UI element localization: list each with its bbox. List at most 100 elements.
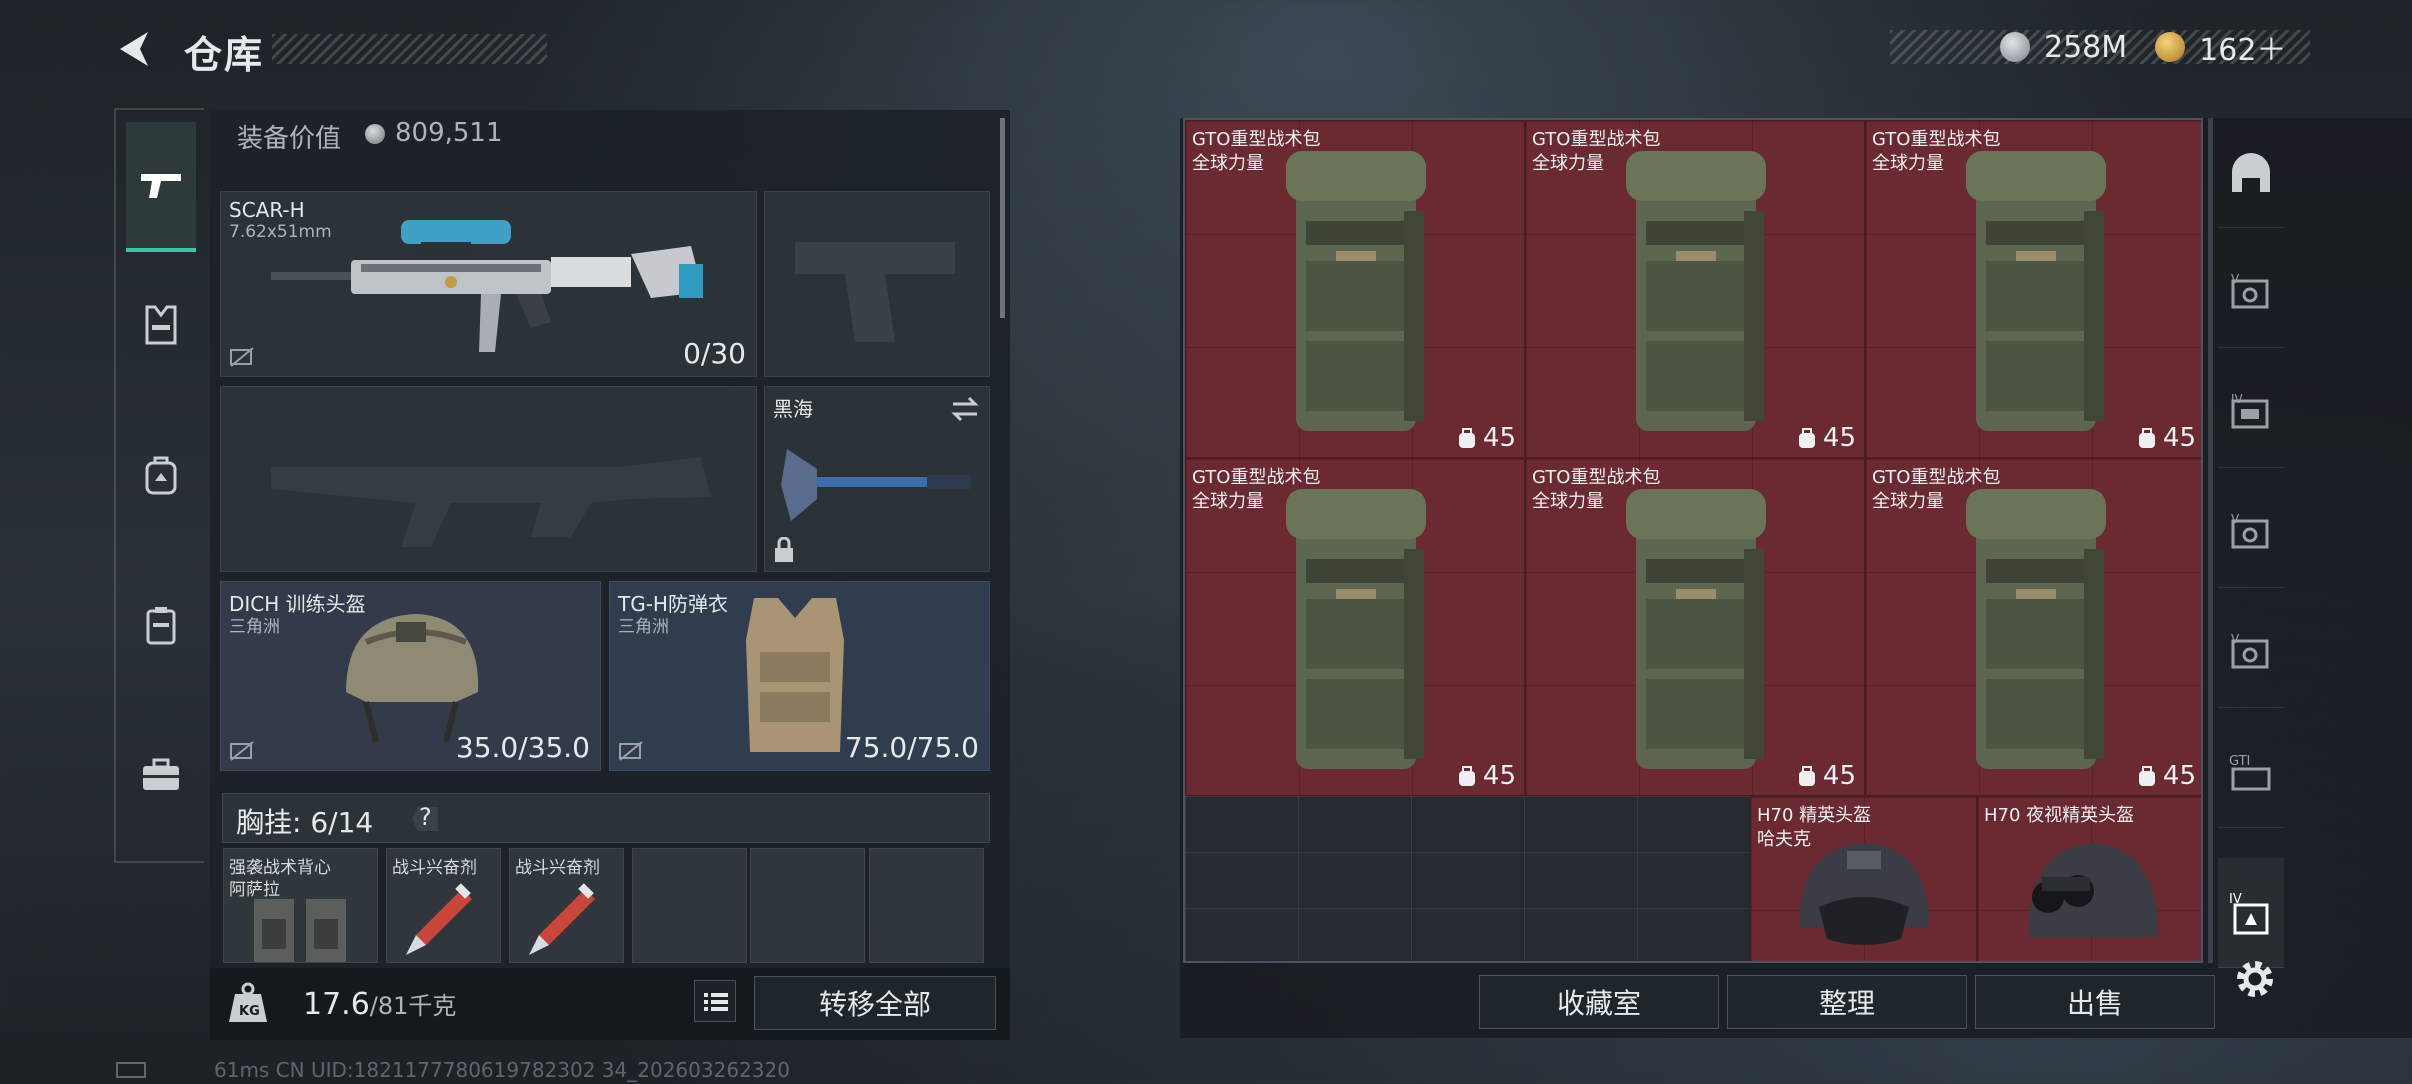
container-icon: [146, 607, 176, 645]
page-title: 仓库: [184, 33, 265, 77]
rig-empty-slot[interactable]: [750, 848, 865, 963]
armor-vest-image: [746, 598, 844, 752]
svg-text:IV: IV: [2231, 393, 2244, 406]
stash-page-icon: IV: [2231, 393, 2269, 428]
no-insure-icon: [230, 347, 254, 367]
stash-scrollbar[interactable]: [2208, 118, 2213, 963]
settings-button[interactable]: [2232, 956, 2278, 1002]
tactical-backpack-image: [1276, 479, 1436, 783]
rig-item-stim-1[interactable]: 战斗兴奋剂: [386, 848, 501, 963]
stash-tab-current[interactable]: IV: [2218, 858, 2284, 968]
nav-chest-rig[interactable]: [126, 260, 196, 390]
syringe-image: [406, 883, 472, 955]
rig-empty-slot[interactable]: [869, 848, 984, 963]
backpack-icon: [145, 456, 177, 495]
melee-slot[interactable]: 黑海: [764, 386, 990, 572]
swap-icon[interactable]: [949, 395, 981, 423]
stash-tab-gti[interactable]: GTI: [2218, 718, 2284, 828]
stash-tab-3[interactable]: V: [2218, 478, 2284, 588]
armor-durability: 75.0/75.0: [844, 731, 979, 764]
rig-item-vest[interactable]: 强袭战术背心 阿萨拉: [223, 848, 378, 963]
stash-item-sub: 全球力量: [1532, 153, 1604, 174]
nav-backpack[interactable]: [126, 410, 196, 540]
transfer-all-button[interactable]: 转移全部: [754, 976, 996, 1030]
carry-weight-value: 17.6: [303, 987, 370, 1022]
secondary-primary-slot[interactable]: [220, 386, 757, 572]
no-insure-icon: [619, 741, 643, 761]
stash-tab-overview[interactable]: [2218, 118, 2284, 228]
svg-text:V: V: [2231, 633, 2240, 646]
secondary-weapon-slot[interactable]: [764, 191, 990, 377]
stash-item-capacity: 45: [1797, 423, 1856, 453]
back-button[interactable]: [112, 26, 158, 72]
help-mark: ?: [419, 803, 432, 831]
melee-name: 黑海: [773, 397, 813, 421]
tactical-vest-image: [254, 899, 346, 962]
stash-tab-2[interactable]: V: [2218, 598, 2284, 708]
briefcase-icon: [143, 758, 179, 790]
armor-slot[interactable]: TG-H防弹衣 三角洲 75.0/75.0: [609, 581, 990, 771]
gun-icon: [141, 174, 181, 198]
syringe-image: [529, 883, 595, 955]
carry-weight: 17.6/81千克: [303, 986, 456, 1022]
sort-button[interactable]: 整理: [1727, 975, 1967, 1029]
stash-page-icon: V: [2231, 633, 2269, 668]
stash-item-backpack[interactable]: GTO重型战术包 全球力量 45: [1525, 120, 1865, 458]
stash-item-nvg-helmet[interactable]: H70 夜视精英头盔: [1977, 796, 2201, 961]
backpack-small-icon: [1458, 428, 1475, 448]
stash-grid: GTO重型战术包 全球力量 45 GTO重型战术包 全球力量 45 GTO重型战术包 全球力量…: [1183, 118, 2203, 963]
stash-item-capacity-value: 45: [1482, 761, 1516, 791]
stash-item-backpack[interactable]: GTO重型战术包 全球力量 45: [1865, 458, 2201, 796]
collection-room-button[interactable]: 收藏室: [1479, 975, 1719, 1029]
svg-text:V: V: [2231, 513, 2240, 526]
backpack-small-icon: [1458, 766, 1475, 786]
helmet-image: [346, 614, 479, 743]
currency-bar: 258M 162＋: [1890, 25, 2312, 69]
title-decoration: [272, 34, 547, 64]
helmet-slot[interactable]: DICH 训练头盔 三角洲 35.0/35.0: [220, 581, 601, 771]
backpack-small-icon: [1798, 766, 1815, 786]
stash-item-capacity: 45: [1457, 423, 1516, 453]
stash-item-capacity-value: 45: [2162, 761, 2196, 791]
list-view-button[interactable]: [694, 980, 736, 1022]
stash-item-sub: 哈夫克: [1757, 829, 1811, 850]
weight-icon: KG: [225, 980, 271, 1026]
stash-item-backpack[interactable]: GTO重型战术包 全球力量 45: [1525, 458, 1865, 796]
gold-balance[interactable]: 162＋: [2199, 25, 2286, 69]
rifle-image: [271, 220, 703, 352]
coin-icon: [2000, 32, 2030, 62]
nav-pouch[interactable]: [126, 560, 196, 690]
tactical-backpack-image: [1616, 141, 1776, 445]
stash-item-name: GTO重型战术包: [1872, 467, 2001, 488]
stash-tab-4[interactable]: IV: [2218, 358, 2284, 468]
nav-weapon[interactable]: [126, 122, 196, 252]
stash-item-capacity: 45: [1457, 761, 1516, 791]
sell-button[interactable]: 出售: [1975, 975, 2215, 1029]
armor-faction: 三角洲: [618, 617, 669, 637]
gear-icon: [2237, 961, 2273, 997]
tactical-backpack-image: [1276, 141, 1436, 445]
stash-item-capacity: 45: [2137, 423, 2196, 453]
nav-case[interactable]: [126, 710, 196, 840]
stash-item-name: GTO重型战术包: [1532, 467, 1661, 488]
rig-empty-slot[interactable]: [632, 848, 747, 963]
helmet-image: [1789, 827, 1939, 961]
helmet-durability: 35.0/35.0: [455, 731, 590, 764]
stash-item-helmet[interactable]: H70 精英头盔 哈夫克: [1750, 796, 1977, 961]
tactical-backpack-image: [1956, 141, 2116, 445]
axe-image: [781, 449, 971, 521]
loadout-scrollbar[interactable]: [1000, 118, 1005, 318]
rig-item-stim-2[interactable]: 战斗兴奋剂: [509, 848, 624, 963]
stash-item-backpack[interactable]: GTO重型战术包 全球力量 45: [1185, 120, 1525, 458]
backpack-small-icon: [2138, 766, 2155, 786]
carry-weight-max: /81千克: [369, 992, 457, 1020]
chest-rig-capacity: 胸挂: 6/14: [236, 806, 374, 839]
help-button[interactable]: ?: [408, 803, 440, 835]
backpack-small-icon: [2138, 428, 2155, 448]
stash-item-backpack[interactable]: GTO重型战术包 全球力量 45: [1185, 458, 1525, 796]
back-arrow-icon: [120, 32, 148, 66]
stash-item-backpack[interactable]: GTO重型战术包 全球力量 45: [1865, 120, 2201, 458]
stash-tab-5[interactable]: V: [2218, 238, 2284, 348]
stash-item-name: H70 精英头盔: [1757, 805, 1872, 826]
primary-weapon-slot[interactable]: SCAR-H 7.62x51mm 0/30: [220, 191, 757, 377]
